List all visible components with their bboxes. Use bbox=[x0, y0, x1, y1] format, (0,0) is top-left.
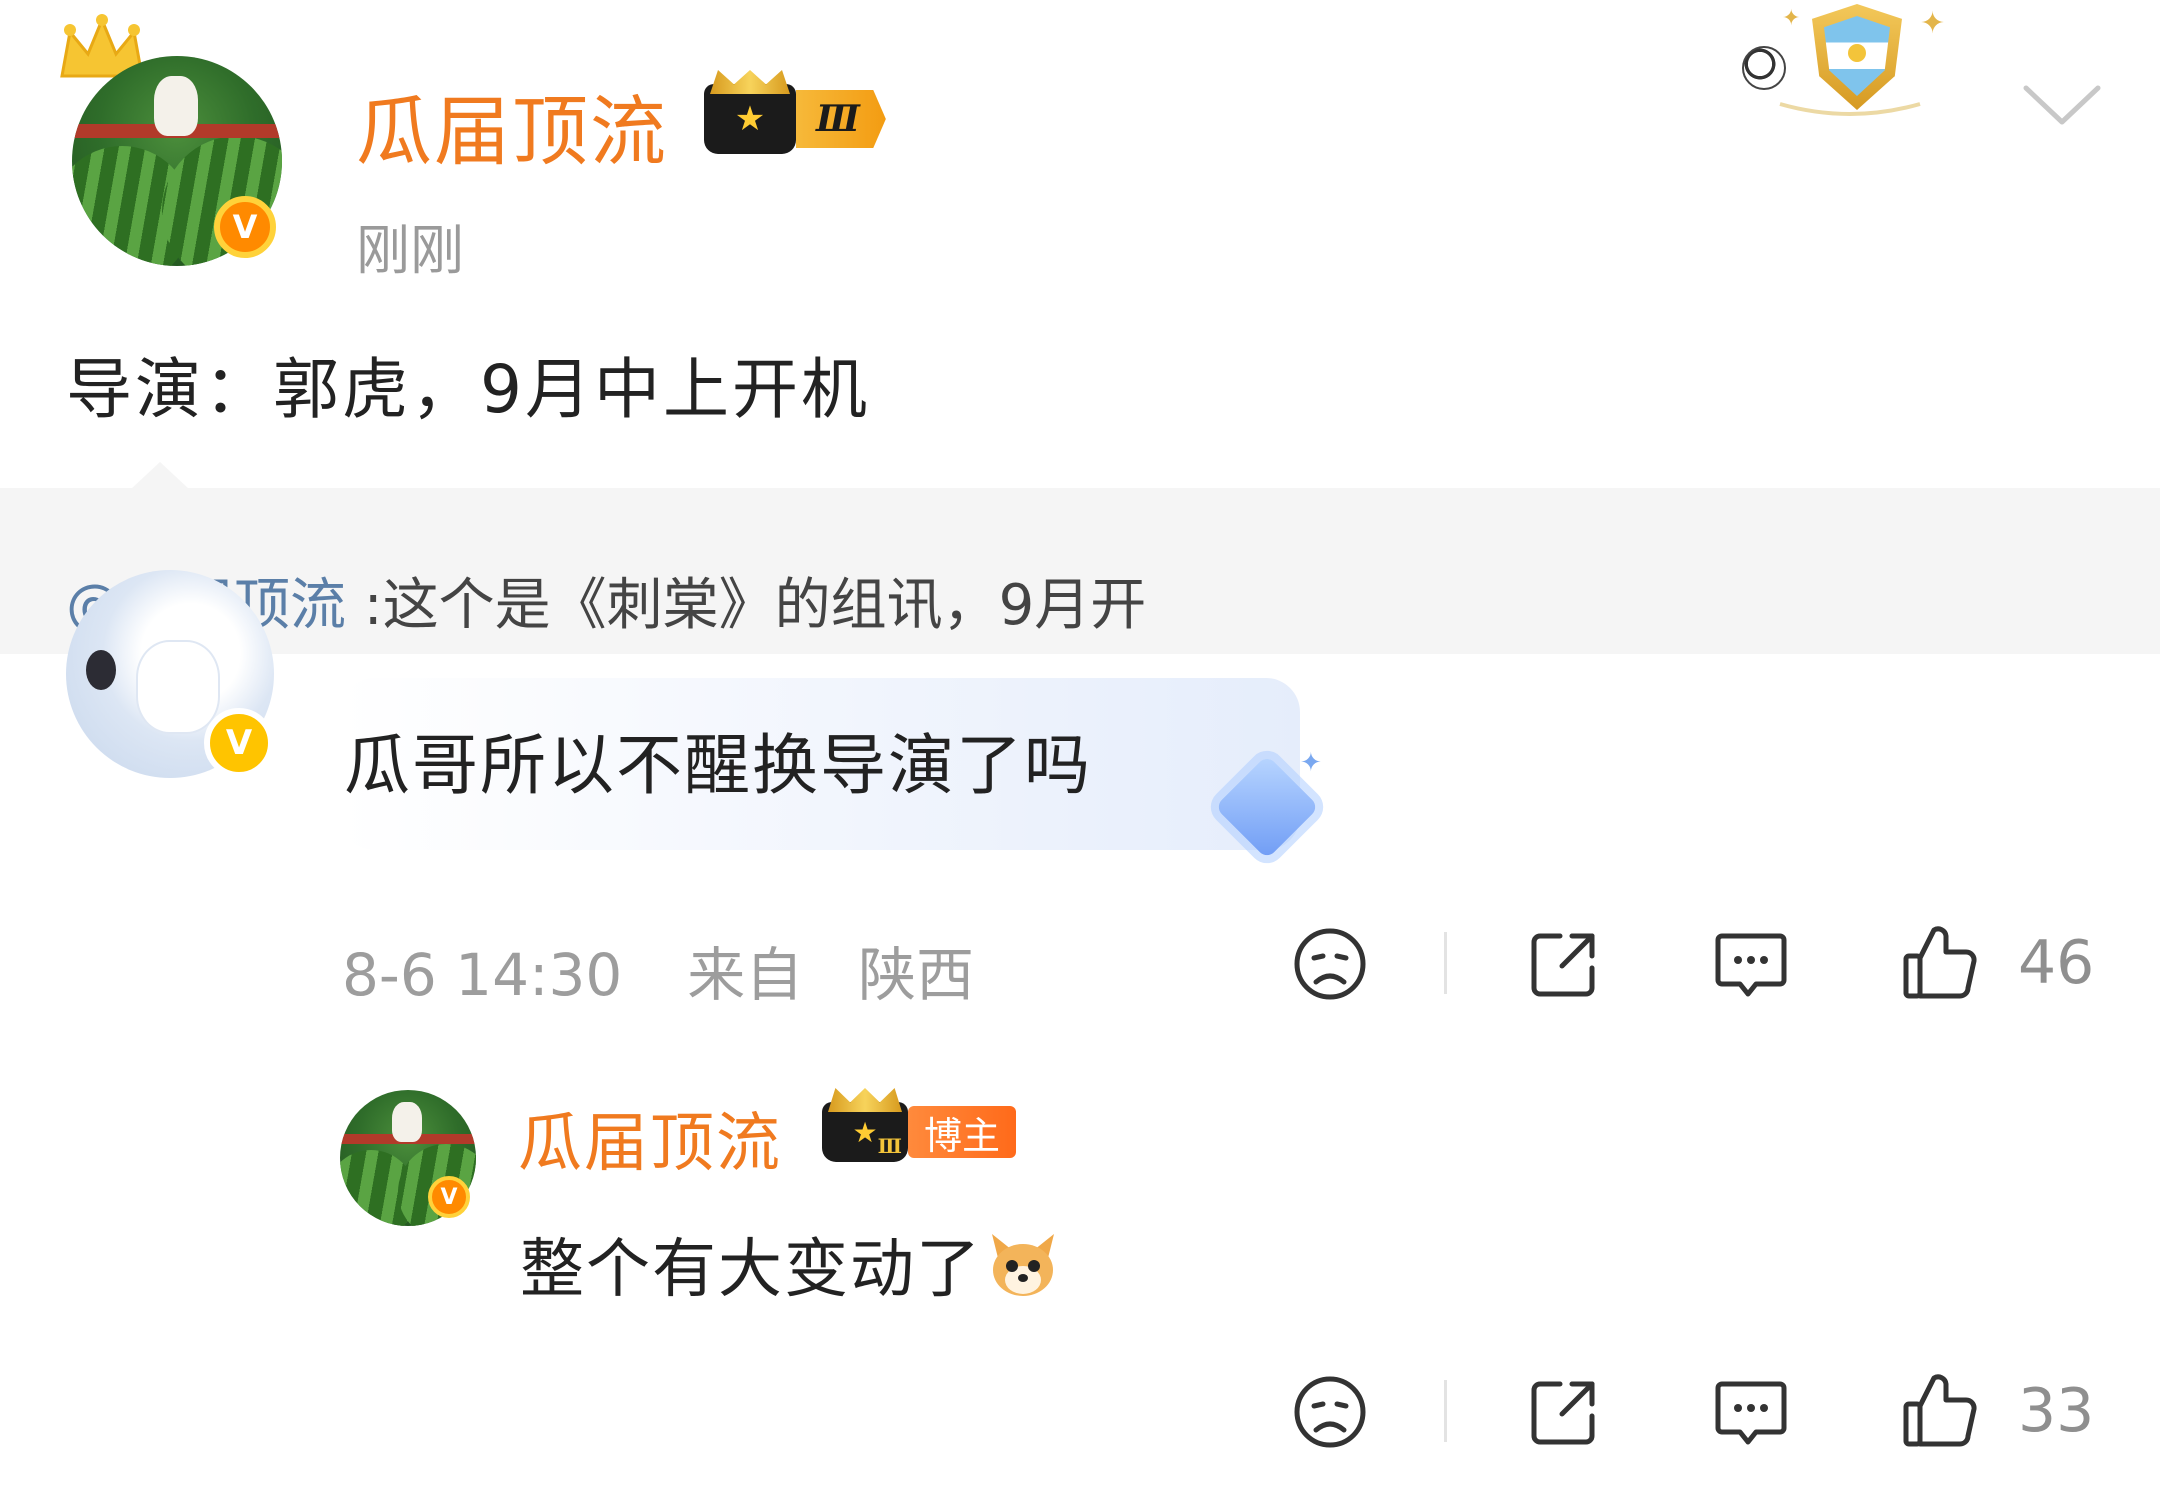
comment-date: 8-6 14:30 bbox=[342, 941, 623, 1009]
action-divider bbox=[1444, 1380, 1447, 1442]
crown-icon: ★ bbox=[704, 84, 796, 154]
comment-location: 陕西 bbox=[858, 941, 975, 1009]
thumbs-up-icon bbox=[1903, 926, 1977, 999]
level-label: Ⅲ bbox=[796, 90, 886, 148]
share-icon bbox=[1531, 933, 1595, 997]
author-username[interactable]: 瓜届顶流 bbox=[356, 70, 668, 180]
comment-meta: 8-6 14:30 来自 陕西 bbox=[342, 928, 974, 1012]
like-count: 46 bbox=[2018, 928, 2095, 998]
like-button[interactable] bbox=[1900, 922, 1980, 1002]
action-divider bbox=[1444, 932, 1447, 994]
sad-face-icon bbox=[1294, 928, 1366, 1000]
post-body-text: 导演：郭虎，9月中上开机 bbox=[66, 351, 870, 428]
sparkle-icon: ✦ bbox=[1782, 6, 1801, 31]
share-icon bbox=[1531, 1381, 1595, 1445]
reply-button[interactable] bbox=[1712, 1376, 1790, 1452]
post-time: 刚刚 bbox=[356, 219, 464, 282]
quoted-text: :这个是《刺棠》的组讯，9月开 bbox=[346, 573, 1147, 638]
quote-notch bbox=[130, 462, 190, 490]
argentina-shield-icon[interactable] bbox=[1812, 4, 1902, 110]
soccer-ball-icon bbox=[1742, 46, 1786, 90]
dislike-button[interactable] bbox=[1292, 1374, 1368, 1450]
reply-text: 整个有大变动了 bbox=[520, 1218, 1060, 1316]
laurel-icon bbox=[1770, 100, 1930, 120]
author-role-badge: 博主 bbox=[908, 1106, 1017, 1158]
reply-button[interactable] bbox=[1712, 928, 1790, 1004]
comment-icon bbox=[1715, 933, 1787, 997]
comment-text: 瓜哥所以不醒换导演了吗 bbox=[344, 727, 1092, 804]
share-button[interactable] bbox=[1526, 1374, 1602, 1450]
reply-username[interactable]: 瓜届顶流 bbox=[518, 1092, 782, 1184]
crown-icon: ★ Ⅲ bbox=[822, 1102, 908, 1162]
verified-badge-icon: V bbox=[214, 196, 276, 258]
verified-badge-icon: V bbox=[428, 1176, 470, 1218]
sparkle-icon: ✦ bbox=[1300, 748, 1322, 778]
sparkle-icon: ✦ bbox=[1920, 6, 1946, 41]
chevron-down-icon[interactable] bbox=[2022, 82, 2102, 132]
comment-icon bbox=[1715, 1381, 1787, 1445]
like-button[interactable] bbox=[1900, 1370, 1980, 1450]
from-label: 来自 bbox=[687, 941, 804, 1009]
dog-emoji-icon bbox=[986, 1230, 1060, 1316]
like-count: 33 bbox=[2018, 1376, 2095, 1446]
sad-face-icon bbox=[1294, 1376, 1366, 1448]
dislike-button[interactable] bbox=[1292, 926, 1368, 1002]
share-button[interactable] bbox=[1526, 926, 1602, 1002]
verified-badge-icon: V bbox=[204, 708, 274, 778]
reply-level-badge[interactable]: ★ Ⅲ 博主 bbox=[822, 1102, 1017, 1162]
thumbs-up-icon bbox=[1903, 1374, 1977, 1447]
reply-text-content: 整个有大变动了 bbox=[520, 1233, 982, 1307]
weibo-comment-thread: V 瓜届顶流 ★ Ⅲ 刚刚 导演：郭虎，9月中上开机 ✦ ✦ @瓜届顶流 :这个… bbox=[0, 0, 2160, 1504]
member-level-badge[interactable]: ★ Ⅲ bbox=[704, 84, 886, 154]
level-label: Ⅲ bbox=[877, 1134, 902, 1158]
